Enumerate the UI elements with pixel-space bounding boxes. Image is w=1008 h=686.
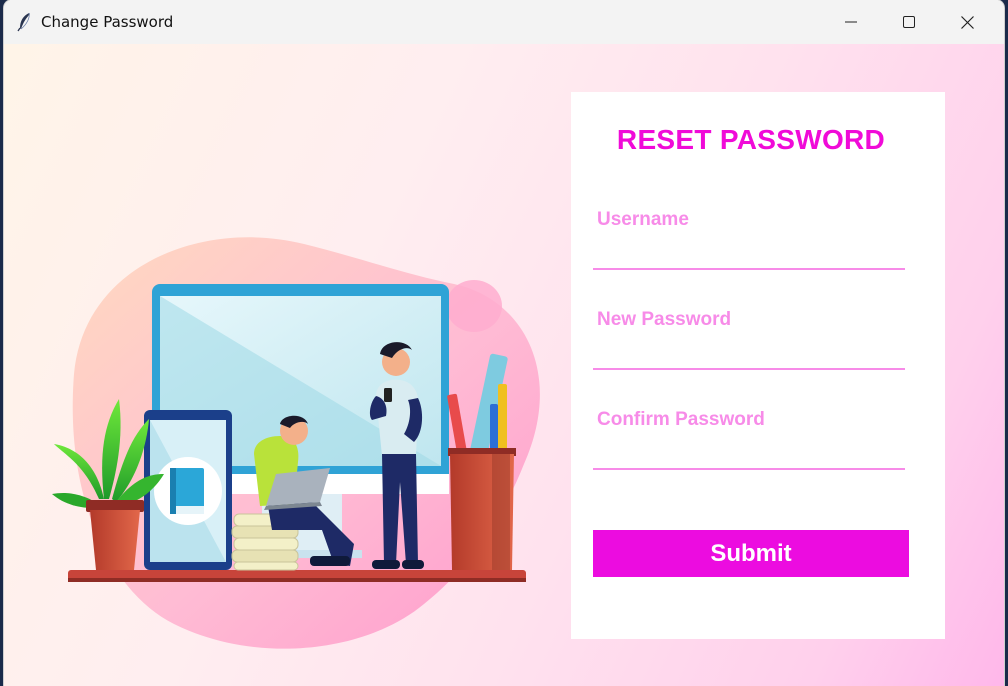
minimize-icon [845,21,857,23]
username-label: Username [597,209,689,230]
window-title: Change Password [41,13,174,31]
window-content: RESET PASSWORD Username New Password Con… [4,44,1004,686]
form-heading: RESET PASSWORD [616,124,886,155]
title-bar[interactable]: Change Password [4,0,1004,44]
workspace-illustration [52,237,540,649]
new-password-input[interactable] [593,340,905,370]
confirm-password-label: Confirm Password [597,409,765,430]
book-icon [170,468,204,514]
minimize-button[interactable] [822,0,880,44]
username-input[interactable] [593,240,905,270]
confirm-password-input[interactable] [593,440,905,470]
reset-password-card: RESET PASSWORD Username New Password Con… [571,92,945,639]
close-icon [960,15,974,29]
tablet-icon [144,410,232,570]
app-window: Change Password RESET PASSWORD Username … [4,0,1004,686]
new-password-label: New Password [597,309,732,330]
background-blob-small [446,280,502,332]
feather-icon [17,12,30,32]
submit-button[interactable]: Submit [593,530,909,577]
maximize-icon [903,16,915,28]
maximize-button[interactable] [880,0,938,44]
close-button[interactable] [938,0,996,44]
